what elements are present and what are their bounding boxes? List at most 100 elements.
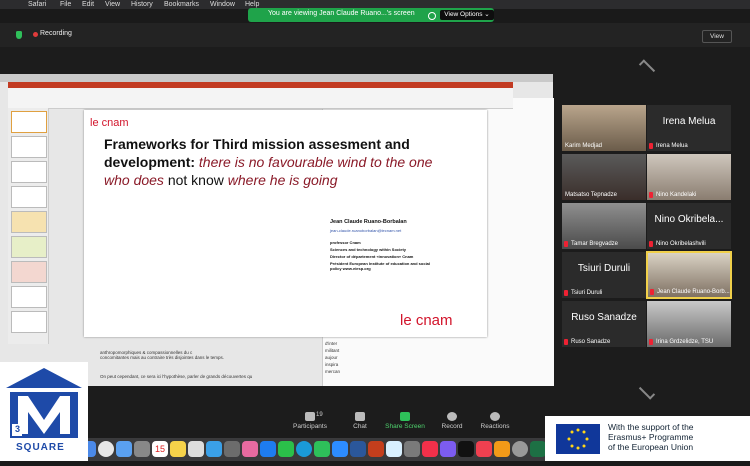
eu-line: of the European Union (608, 442, 694, 452)
participant-tile[interactable]: Karim Medjad (562, 105, 646, 151)
participant-big-name: Nino Okribela... (654, 214, 724, 225)
menu-history[interactable]: History (131, 0, 153, 9)
menu-file[interactable]: File (60, 0, 71, 9)
participants-button[interactable]: Participants (285, 412, 335, 430)
participant-name: Tamar Bregvadze (571, 241, 619, 247)
participant-name: Nino Okribelashvili (656, 241, 706, 247)
reactions-icon (490, 412, 500, 421)
preview-icon[interactable] (386, 441, 402, 457)
slide-thumbnail[interactable] (11, 186, 47, 208)
document-line: concomitantes mais au contraire très dis… (100, 355, 225, 360)
active-speaker-tile[interactable]: Jean Claude Ruano-Borb... (646, 251, 732, 299)
zoom-icon[interactable] (332, 441, 348, 457)
participant-tile[interactable]: Matsatso Tepnadze (562, 154, 646, 200)
powerpoint-icon[interactable] (368, 441, 384, 457)
app-store-icon[interactable] (206, 441, 222, 457)
slide-role: Sciences and technology within Society (330, 247, 407, 252)
slide-thumbnail[interactable] (11, 286, 47, 308)
slide-thumbnail[interactable] (11, 136, 47, 158)
mail-icon[interactable] (116, 441, 132, 457)
slide-title-bold: development: (104, 154, 196, 170)
music-icon[interactable] (422, 441, 438, 457)
notes-icon[interactable] (170, 441, 186, 457)
powerpoint-ribbon (8, 88, 513, 109)
calendar-icon[interactable]: 15 (152, 441, 168, 457)
slide-thumbnail[interactable] (11, 111, 47, 133)
participant-name: Irena Melua (656, 143, 688, 149)
participant-big-name: Ruso Sanadze (571, 312, 637, 323)
slide-thumbnail[interactable] (11, 211, 47, 233)
screen-share-banner-text: You are viewing Jean Claude Ruano...'s s… (268, 10, 415, 17)
reactions-button[interactable]: Reactions (470, 412, 520, 430)
word-icon[interactable] (350, 441, 366, 457)
eu-stars-icon (567, 428, 589, 450)
cnam-logo: le cnam (90, 117, 129, 129)
view-button[interactable]: View (702, 30, 732, 43)
participant-tile[interactable]: Nino Kandelaki (647, 154, 731, 200)
share-screen-icon (400, 412, 410, 421)
slide-thumbnail[interactable] (11, 236, 47, 258)
eu-line: With the support of the (608, 422, 694, 432)
slide-title-line1: Frameworks for Third mission assesment a… (104, 136, 410, 152)
excel-icon[interactable] (530, 441, 546, 457)
slide-thumbnail[interactable] (11, 161, 47, 183)
participant-name: Ruso Sanadze (571, 339, 611, 345)
muted-mic-icon (564, 241, 568, 247)
tv-icon[interactable] (458, 441, 474, 457)
participant-name: Tsiuri Duruli (571, 290, 603, 296)
slide-title-line2: development: there is no favourable wind… (104, 154, 482, 171)
menu-window[interactable]: Window (210, 0, 235, 9)
contacts-icon[interactable] (134, 441, 150, 457)
dropbox-icon[interactable] (260, 441, 276, 457)
settings-icon[interactable] (224, 441, 240, 457)
participant-name: Jean Claude Ruano-Borb... (657, 289, 730, 295)
participant-tile[interactable]: Irina Grdzelidze, TSU (647, 301, 731, 347)
cnam-logo-bottom: le cnam (400, 312, 453, 329)
security-shield-icon[interactable] (16, 31, 22, 39)
chat-button[interactable]: Chat (335, 412, 385, 430)
participant-name: Karim Medjad (565, 143, 603, 149)
menu-edit[interactable]: Edit (82, 0, 94, 9)
news-icon[interactable] (476, 441, 492, 457)
view-options-button[interactable]: View Options ⌄ (440, 10, 494, 20)
m3-label: SQUARE (16, 442, 65, 453)
menu-bookmarks[interactable]: Bookmarks (164, 0, 199, 9)
participant-name: Matsatso Tepnadze (565, 192, 617, 198)
muted-mic-icon (564, 290, 568, 296)
messages-icon[interactable] (314, 441, 330, 457)
participant-tile[interactable]: Irena Melua Irena Melua (647, 105, 731, 151)
system-prefs-icon[interactable] (512, 441, 528, 457)
slide-thumbnail[interactable] (11, 311, 47, 333)
participant-tile[interactable]: Tsiuri Duruli Tsiuri Duruli (562, 252, 646, 298)
participants-count: 19 (316, 412, 323, 418)
record-label: Record (441, 423, 463, 430)
participant-tile[interactable]: Tamar Bregvadze (562, 203, 646, 249)
banner-status-icon (428, 12, 436, 20)
chat-label: Chat (353, 423, 367, 430)
muted-mic-icon (650, 289, 654, 295)
books-icon[interactable] (494, 441, 510, 457)
menu-safari[interactable]: Safari (28, 0, 46, 9)
powerpoint-menubar (0, 74, 553, 82)
eu-support-text: With the support of the Erasmus+ Program… (608, 422, 748, 452)
participant-tile[interactable]: Nino Okribela... Nino Okribelashvili (647, 203, 731, 249)
skype-icon[interactable] (296, 441, 312, 457)
document-text: anthropomorphiques & compassionnelles du… (100, 350, 320, 360)
muted-mic-icon (649, 192, 653, 198)
reminders-icon[interactable] (188, 441, 204, 457)
stocks-icon[interactable] (404, 441, 420, 457)
m3-square-logo: 3 SQUARE (0, 362, 88, 461)
slide-thumbnail[interactable] (11, 261, 47, 283)
facetime-icon[interactable] (278, 441, 294, 457)
slide-email: jean-claude.ruanoborbalan@lecnam.net (330, 228, 402, 233)
chrome-icon[interactable] (98, 441, 114, 457)
podcasts-icon[interactable] (440, 441, 456, 457)
participant-tile[interactable]: Ruso Sanadze Ruso Sanadze (562, 301, 646, 347)
share-screen-button[interactable]: Share Screen (380, 412, 430, 430)
recording-label: Recording (40, 30, 72, 37)
participant-name: Irina Grdzelidze, TSU (656, 339, 714, 345)
menu-view[interactable]: View (105, 0, 120, 9)
participant-big-name: Tsiuri Duruli (577, 263, 631, 274)
slide-role: professor Cnam (330, 240, 361, 245)
photos-icon[interactable] (242, 441, 258, 457)
